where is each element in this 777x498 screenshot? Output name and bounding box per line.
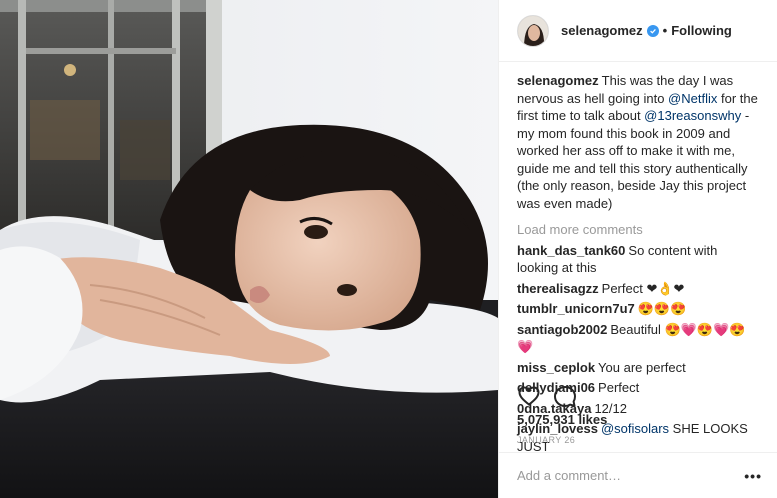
comment-text: Perfect ❤👌❤: [601, 280, 685, 296]
comment-item: tumblr_unicorn7u7 😍😍😍: [517, 300, 761, 318]
add-comment-bar: •••: [499, 452, 777, 498]
comment-username[interactable]: therealisagzz: [517, 281, 599, 296]
post-photo[interactable]: [0, 0, 498, 498]
comment-item: santiagob2002 Beautiful 😍💗😍💗😍💗: [517, 321, 761, 356]
comment-item: hank_das_tank60 So content with looking a…: [517, 242, 761, 277]
comment-icon[interactable]: [553, 384, 577, 408]
comment-text: 😍😍😍: [637, 301, 687, 316]
mention-link[interactable]: @13reasonswhy: [644, 108, 741, 123]
following-button[interactable]: Following: [671, 23, 732, 38]
mention-link[interactable]: @sofisolars: [601, 421, 669, 436]
heart-icon[interactable]: [517, 384, 541, 408]
likes-count[interactable]: 5,075,931 likes: [517, 412, 607, 427]
verified-badge-icon: [646, 24, 659, 37]
comment-username[interactable]: hank_das_tank60: [517, 243, 625, 258]
post-caption: selenagomez This was the day I was nervou…: [517, 72, 761, 212]
comment-username[interactable]: miss_ceplok: [517, 360, 595, 375]
post-photo-image: [0, 0, 498, 498]
author-username[interactable]: selenagomez: [561, 23, 643, 38]
comment-item: miss_ceplok You are perfect: [517, 359, 761, 377]
post-date[interactable]: JANUARY 26: [517, 435, 575, 445]
comment-text: You are perfect: [598, 359, 686, 375]
more-options-icon[interactable]: •••: [744, 468, 762, 484]
caption-username[interactable]: selenagomez: [517, 73, 599, 88]
load-more-comments-link[interactable]: Load more comments: [517, 221, 761, 239]
comment-text: Perfect: [598, 380, 640, 395]
post-sidebar: selenagomez • Following selenagomez This …: [498, 0, 777, 498]
comment-item: therealisagzz Perfect ❤👌❤: [517, 280, 761, 298]
separator-dot: •: [662, 23, 668, 38]
author-avatar[interactable]: [517, 14, 549, 47]
caption-text-3: -my mom found this book in 2009 and work…: [517, 108, 750, 211]
post-actions: [517, 384, 589, 408]
post-header: selenagomez • Following: [499, 0, 777, 62]
comment-username[interactable]: tumblr_unicorn7u7: [517, 301, 635, 316]
comment-username[interactable]: santiagob2002: [517, 322, 607, 337]
add-comment-input[interactable]: [517, 468, 745, 483]
mention-link[interactable]: @Netflix: [668, 91, 717, 106]
